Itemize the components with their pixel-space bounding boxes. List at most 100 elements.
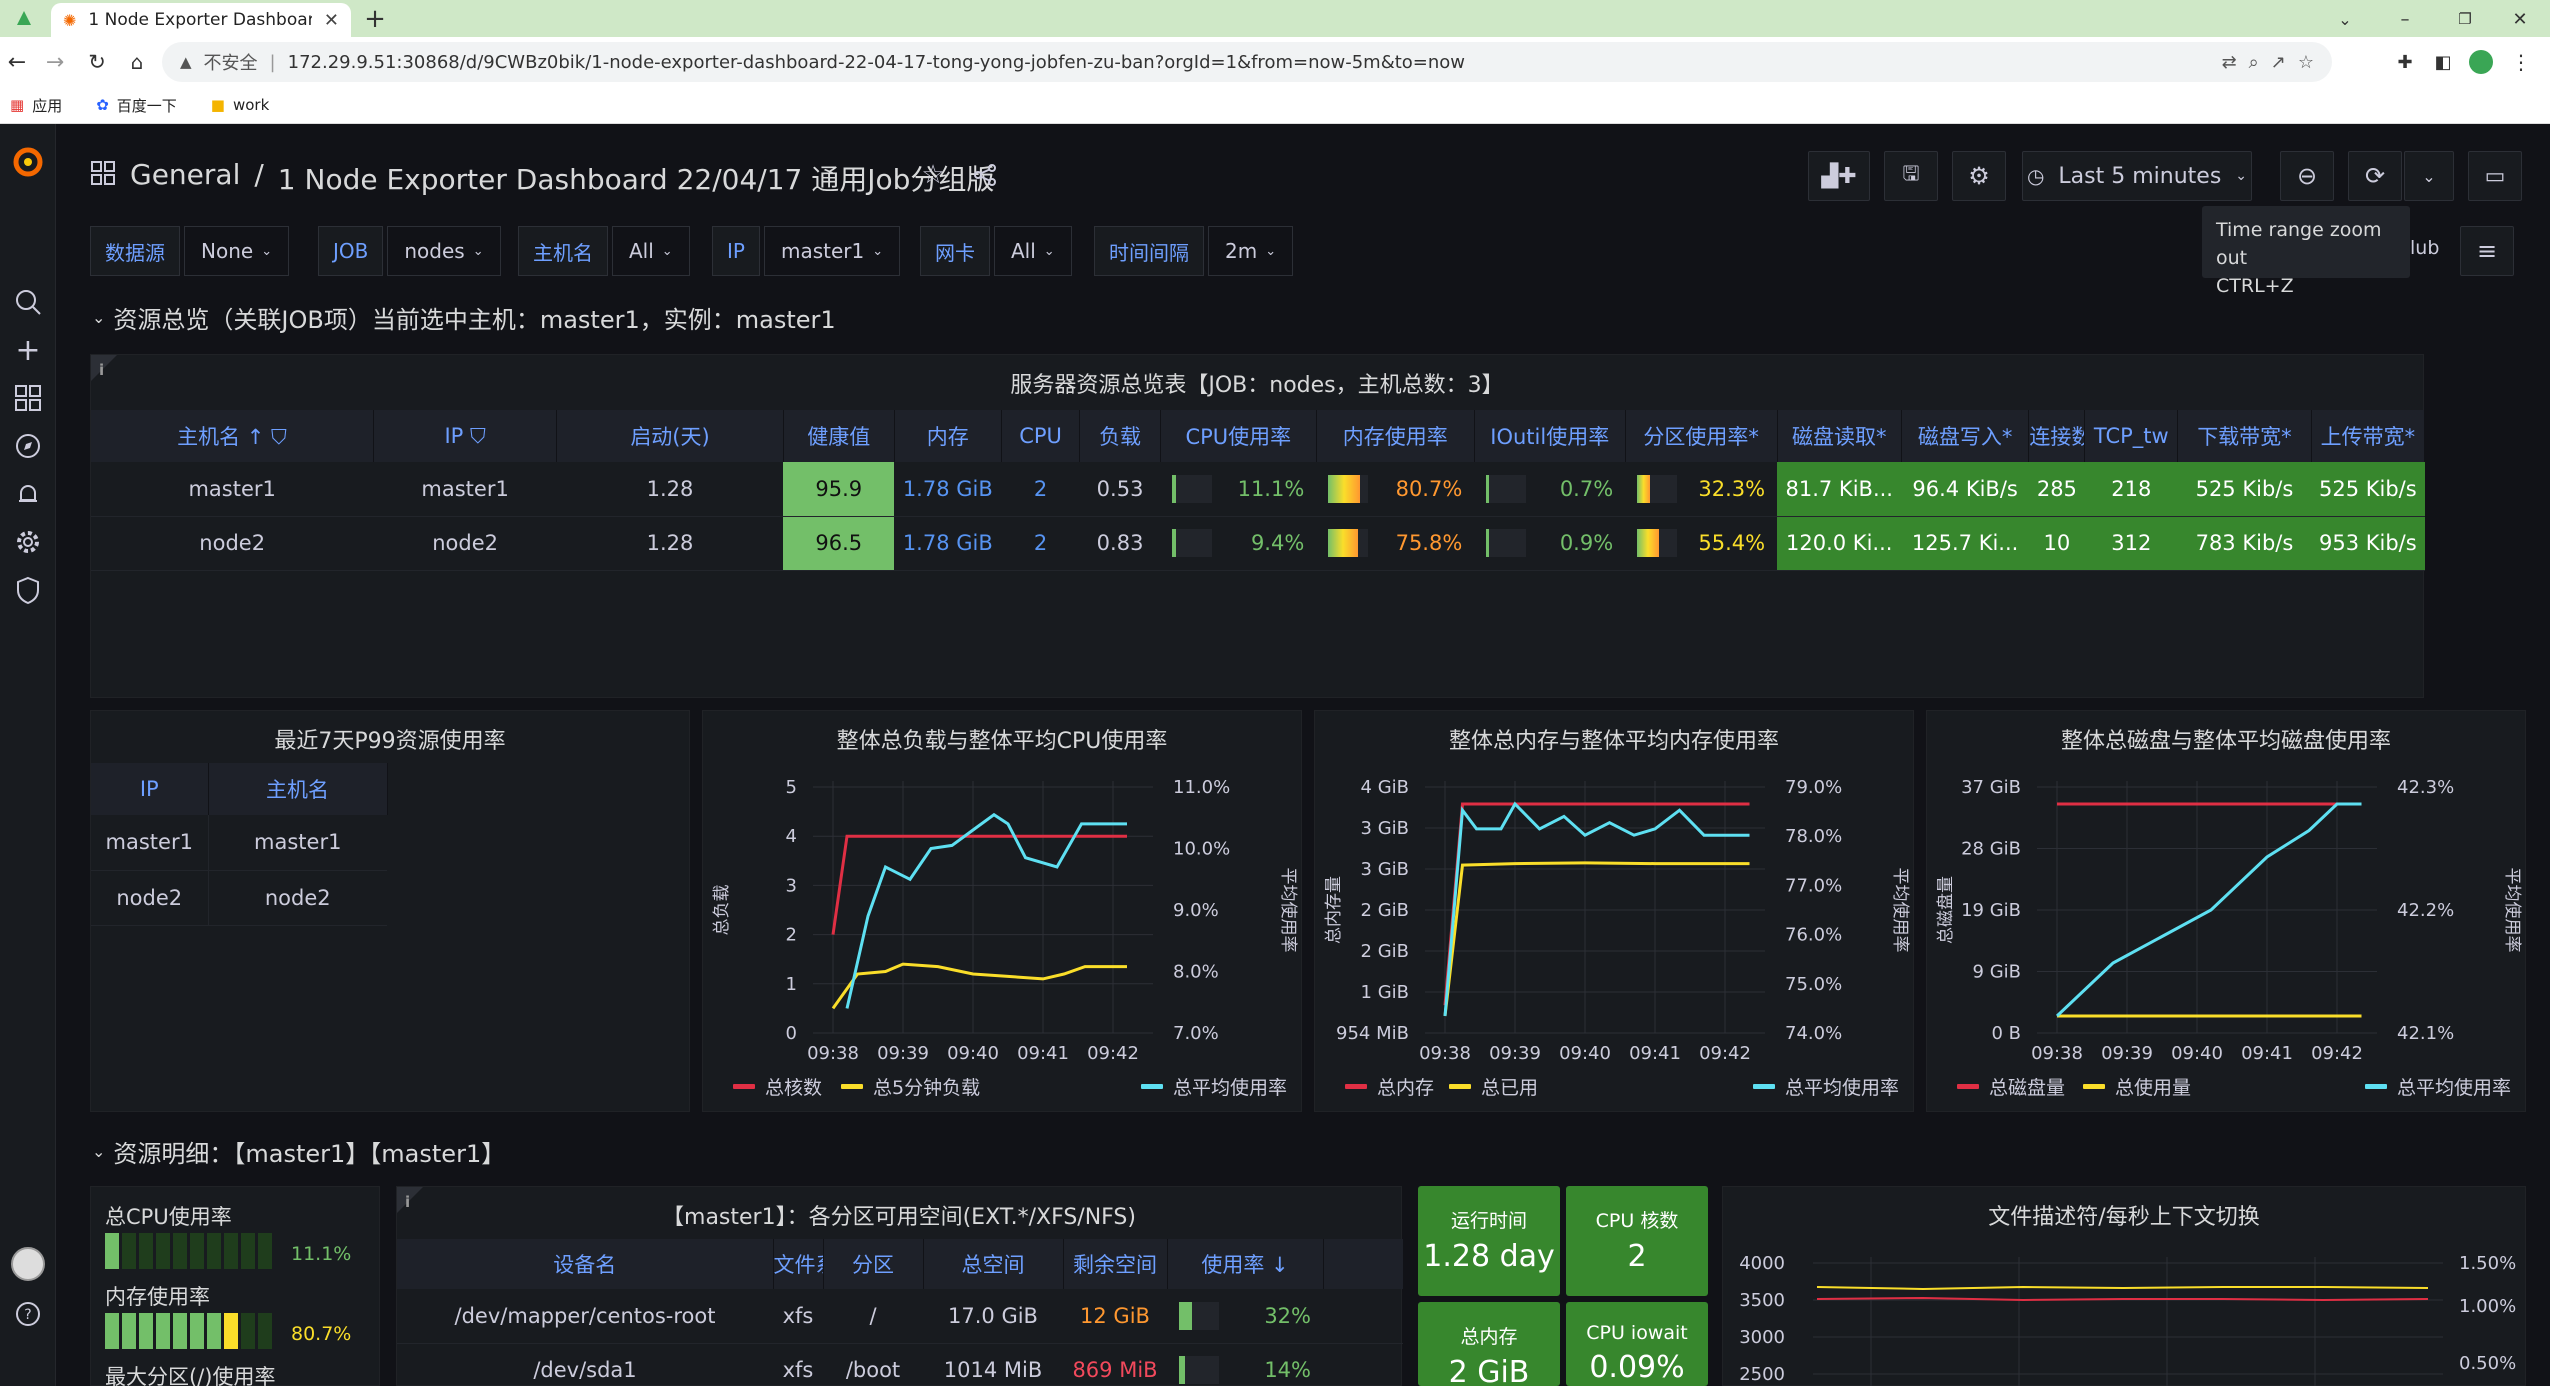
breadcrumb-folder[interactable]: General (130, 158, 240, 198)
legend-item[interactable]: 总已用 (1449, 1073, 1538, 1100)
share-icon[interactable]: ↗ (2271, 52, 2286, 73)
var-nic-select[interactable]: All ⌄ (994, 226, 1072, 276)
add-panel-button[interactable]: ▟✚ (1808, 151, 1870, 201)
refresh-interval-button[interactable]: ⌄ (2404, 151, 2454, 201)
sidebar-toggle-icon[interactable]: ◧ (2428, 47, 2458, 77)
col-cpu[interactable]: CPU (1001, 410, 1081, 462)
col-download[interactable]: 下载带宽* (2177, 410, 2312, 462)
search-icon[interactable] (8, 282, 48, 322)
var-interval-select[interactable]: 2m ⌄ (1208, 226, 1294, 276)
refresh-button[interactable]: ⟳ (2348, 151, 2402, 201)
col-usage[interactable]: 使用率 ↓ (1167, 1239, 1324, 1289)
tv-mode-button[interactable]: ▭ (2468, 151, 2522, 201)
col-upload[interactable]: 上传带宽* (2311, 410, 2426, 462)
legend-item[interactable]: 总平均使用率 (2365, 1073, 2511, 1100)
legend-item[interactable]: 总平均使用率 (1753, 1073, 1899, 1100)
forward-icon[interactable]: → (40, 47, 70, 77)
url-field[interactable]: ▲ 不安全 | 172.29.9.51:30868/d/9CWBz0bik/1-… (162, 42, 2332, 82)
bookmark-baidu[interactable]: ✿ 百度一下 (96, 95, 177, 116)
zoom-out-icon: ⊖ (2296, 162, 2318, 190)
grafana-logo-icon[interactable] (8, 142, 48, 182)
bookmark-work[interactable]: ■ work (211, 96, 270, 114)
legend-item[interactable]: 总平均使用率 (1141, 1073, 1287, 1100)
reload-icon[interactable]: ↻ (82, 47, 112, 77)
browser-tab[interactable]: ✺ 1 Node Exporter Dashboard 2 ✕ (51, 3, 351, 37)
col-mount[interactable]: 分区 (823, 1239, 924, 1289)
minimize-icon[interactable]: – (2390, 4, 2420, 34)
folder-icon: ■ (210, 96, 225, 114)
close-tab-icon[interactable]: ✕ (324, 10, 339, 31)
user-avatar[interactable] (8, 1244, 48, 1284)
share-dashboard-icon[interactable] (970, 160, 1000, 190)
col-ip[interactable]: IP (91, 763, 209, 815)
dashboards-icon[interactable] (8, 378, 48, 418)
legend-item[interactable]: 总核数 (733, 1073, 822, 1100)
restore-icon[interactable]: ❐ (2450, 4, 2480, 34)
legend-item[interactable]: 总5分钟负载 (841, 1073, 980, 1100)
close-window-icon[interactable]: ✕ (2505, 4, 2535, 34)
zoom-icon[interactable]: ⌕ (2249, 52, 2259, 73)
explore-compass-icon[interactable] (8, 426, 48, 466)
new-tab-icon[interactable]: + (360, 4, 390, 34)
filter-icon[interactable]: ⛉ (470, 424, 486, 448)
browser-menu-icon[interactable]: ⋮ (2506, 47, 2536, 77)
col-free[interactable]: 剩余空间 (1063, 1239, 1168, 1289)
back-icon[interactable]: ← (2, 47, 32, 77)
col-device[interactable]: 设备名 (397, 1239, 774, 1289)
time-range-label: Last 5 minutes (2058, 163, 2222, 189)
var-ip-select[interactable]: master1 ⌄ (763, 226, 901, 276)
col-load[interactable]: 负载 (1079, 410, 1161, 462)
bookmark-star-icon[interactable]: ☆ (2298, 52, 2314, 73)
tab-search-icon[interactable]: ⌄ (2330, 4, 2360, 34)
panel-menu-button[interactable]: ≡ (2460, 226, 2514, 276)
legend-item[interactable]: 总内存 (1345, 1073, 1434, 1100)
col-hostname[interactable]: 主机名 ↑ ⛉ (91, 410, 374, 462)
configuration-gear-icon[interactable] (8, 522, 48, 562)
col-partition[interactable]: 分区使用率* (1625, 410, 1778, 462)
create-plus-icon[interactable]: + (8, 330, 48, 370)
var-hostname-select[interactable]: All ⌄ (612, 226, 690, 276)
col-uptime[interactable]: 启动(天) (556, 410, 784, 462)
time-picker-button[interactable]: ◷ Last 5 minutes ⌄ (2022, 151, 2252, 201)
chevron-down-icon: ⌄ (92, 1142, 106, 1161)
profile-icon[interactable] (2466, 47, 2496, 77)
var-datasource-select[interactable]: None ⌄ (184, 226, 290, 276)
favorite-star-icon[interactable]: ☆ (918, 160, 948, 190)
col-hostname[interactable]: 主机名 (208, 763, 388, 815)
gauge-fill (1486, 474, 1490, 503)
lcd-cell (258, 1313, 272, 1349)
help-icon[interactable]: ? (8, 1294, 48, 1334)
col-disk-read[interactable]: 磁盘读取* (1777, 410, 1902, 462)
save-dashboard-button[interactable]: 🖫 (1884, 151, 1938, 201)
col-disk-write[interactable]: 磁盘写入* (1901, 410, 2030, 462)
col-health[interactable]: 健康值 (783, 410, 895, 462)
col-ip[interactable]: IP ⛉ (373, 410, 558, 462)
col-ioutil[interactable]: IOutil使用率 (1474, 410, 1626, 462)
bookmark-apps[interactable]: ▦ 应用 (10, 95, 62, 116)
y-tick-label: 0 B (1991, 1023, 2021, 1044)
col-tcp-tw[interactable]: TCP_tw (2084, 410, 2179, 462)
x-tick-label: 09:42 (2311, 1043, 2363, 1064)
extensions-icon[interactable]: ✚ (2390, 47, 2420, 77)
translate-icon[interactable]: ⇄ (2222, 52, 2237, 73)
col-mem-usage[interactable]: 内存使用率 (1316, 410, 1475, 462)
legend-item[interactable]: 总磁盘量 (1957, 1073, 2065, 1100)
y-tick-label: 4000 (1739, 1253, 1785, 1274)
filter-icon[interactable]: ⛉ (271, 425, 287, 449)
row-detail-header[interactable]: ⌄ 资源明细：【master1】【master1】 (92, 1134, 505, 1169)
row-overview-header[interactable]: ⌄ 资源总览（关联JOB项）当前选中主机：master1，实例：master1 (92, 300, 836, 335)
var-job-select[interactable]: nodes ⌄ (387, 226, 501, 276)
zoom-out-button[interactable]: ⊖ (2280, 151, 2334, 201)
dashboard-settings-button[interactable]: ⚙ (1952, 151, 2006, 201)
server-admin-shield-icon[interactable] (8, 570, 48, 610)
dashboard-title[interactable]: 1 Node Exporter Dashboard 22/04/17 通用Job… (278, 158, 995, 198)
home-icon[interactable]: ⌂ (122, 47, 152, 77)
col-connections[interactable]: 连接数 (2028, 410, 2086, 462)
col-memory[interactable]: 内存 (894, 410, 1002, 462)
col-filesystem[interactable]: 文件系 (773, 1239, 824, 1289)
hub-link-partial[interactable]: lub (2410, 237, 2439, 259)
alerting-bell-icon[interactable] (8, 474, 48, 514)
col-cpu-usage[interactable]: CPU使用率 (1160, 410, 1317, 462)
col-total[interactable]: 总空间 (923, 1239, 1064, 1289)
legend-item[interactable]: 总使用量 (2083, 1073, 2191, 1100)
